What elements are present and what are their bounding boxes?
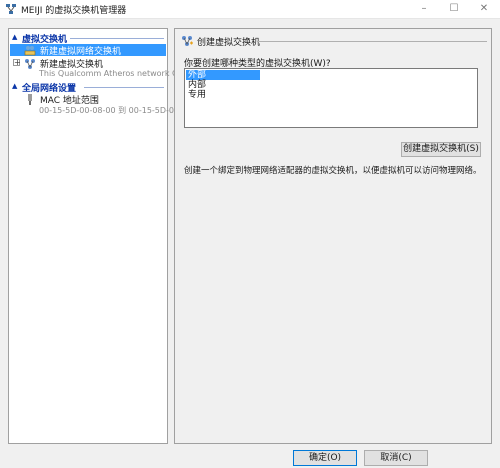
title-bar: MEIJI 的虚拟交换机管理器 – ☐ ✕ <box>0 0 500 19</box>
section-divider <box>84 87 164 88</box>
expand-icon[interactable]: + <box>13 59 21 67</box>
window-title: MEIJI 的虚拟交换机管理器 <box>21 6 127 16</box>
details-pane: 创建虚拟交换机 你要创建哪种类型的虚拟交换机(W)? 外部 内部 专用 创建虚拟… <box>174 28 492 444</box>
minimize-button[interactable]: – <box>410 1 438 17</box>
header-divider <box>257 41 487 42</box>
panel-title: 创建虚拟交换机 <box>197 38 261 48</box>
adapter-description: This Qualcomm Atheros network C... <box>39 69 186 78</box>
create-switch-icon <box>182 36 193 46</box>
mac-address-icon <box>28 94 32 105</box>
create-virtual-switch-button[interactable]: 创建虚拟交换机(S) <box>401 142 481 157</box>
section-global-network-settings[interactable]: ▲ 全局网络设置 <box>10 81 166 94</box>
collapse-arrow-icon: ▲ <box>12 82 18 90</box>
close-button[interactable]: ✕ <box>470 1 498 17</box>
section-divider <box>70 38 164 39</box>
new-switch-icon <box>24 46 36 56</box>
switch-icon <box>25 59 35 69</box>
option-internal[interactable]: 内部 <box>186 80 260 90</box>
switch-type-description: 创建一个绑定到物理网络适配器的虚拟交换机，以便虚拟机可以访问物理网络。 <box>184 166 482 176</box>
option-private[interactable]: 专用 <box>186 90 260 100</box>
tree-item-label: 新建虚拟网络交换机 <box>40 47 122 57</box>
tree-item-new-virtual-network-switch[interactable]: 新建虚拟网络交换机 <box>10 44 166 57</box>
section-virtual-switches[interactable]: ▲ 虚拟交换机 <box>10 32 166 45</box>
option-external[interactable]: 外部 <box>186 70 260 80</box>
panel-header: 创建虚拟交换机 <box>181 34 487 48</box>
collapse-arrow-icon: ▲ <box>12 33 18 41</box>
tree-item-mac-address-range[interactable]: MAC 地址范围 <box>10 93 166 106</box>
tree-item-virtual-switch[interactable]: + 新建虚拟交换机 <box>10 57 166 70</box>
dialog-client-area: ▲ 虚拟交换机 新建虚拟网络交换机 + 新建虚拟交换机 This Qualcom… <box>0 19 500 468</box>
maximize-button[interactable]: ☐ <box>440 1 468 17</box>
ok-button[interactable]: 确定(O) <box>293 450 357 466</box>
mac-range-value: 00-15-5D-00-08-00 到 00-15-5D-0... <box>39 106 182 115</box>
network-switch-icon <box>6 4 16 14</box>
navigation-tree: ▲ 虚拟交换机 新建虚拟网络交换机 + 新建虚拟交换机 This Qualcom… <box>8 28 185 444</box>
cancel-button[interactable]: 取消(C) <box>364 450 428 466</box>
switch-type-listbox[interactable]: 外部 内部 专用 <box>184 68 478 128</box>
